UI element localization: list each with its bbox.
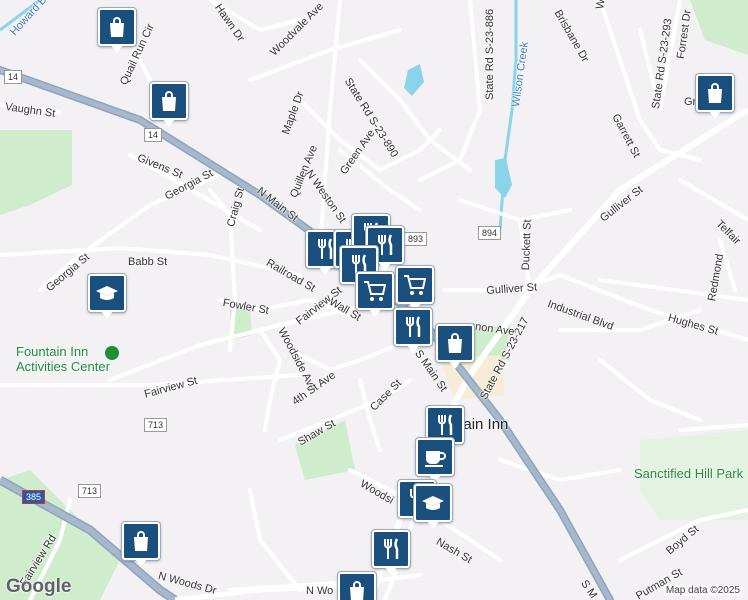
- activities-center-icon: [105, 346, 119, 360]
- road-label-state-rd-886: State Rd S-23-886: [484, 8, 496, 100]
- route-shield-713: 713: [78, 484, 102, 498]
- coffee-cup-icon: [425, 451, 446, 467]
- place-label-sanctified-hill-park[interactable]: Sanctified Hill Park: [634, 466, 743, 481]
- shopping-cart-icon: [404, 275, 427, 295]
- shopping-cart-icon: [364, 281, 387, 301]
- shopping-bag-icon: [134, 531, 148, 551]
- marker-shopping[interactable]: [338, 572, 376, 600]
- shopping-bag-icon: [350, 581, 364, 600]
- marker-education[interactable]: [414, 484, 452, 529]
- road-label-babb-st: Babb St: [128, 256, 168, 268]
- shopping-bag-icon: [708, 83, 722, 103]
- fork-knife-icon: [384, 538, 399, 559]
- marker-shopping[interactable]: [436, 324, 474, 369]
- marker-restaurant[interactable]: [394, 308, 432, 353]
- route-shield-893: 893: [404, 232, 428, 246]
- route-shield-14: 14: [144, 128, 163, 142]
- route-shield-14: 14: [4, 70, 23, 84]
- pond: [404, 64, 424, 96]
- road-label-duckett-st: Duckett St: [520, 219, 534, 271]
- creek: [498, 0, 518, 231]
- marker-shopping[interactable]: [696, 74, 734, 119]
- fork-knife-icon: [406, 316, 421, 337]
- shopping-bag-icon: [162, 91, 176, 111]
- google-logo[interactable]: Google: [6, 576, 71, 598]
- shopping-bag-icon: [110, 17, 124, 37]
- marker-shopping[interactable]: [122, 522, 160, 567]
- interstate-shield-385: 385: [22, 490, 46, 504]
- graduation-cap-icon: [422, 496, 444, 510]
- marker-education[interactable]: [88, 274, 126, 319]
- route-shield-894: 894: [478, 226, 502, 240]
- marker-shopping[interactable]: [150, 82, 188, 127]
- marker-grocery[interactable]: [396, 266, 434, 311]
- marker-grocery[interactable]: [356, 272, 394, 317]
- marker-restaurant[interactable]: [372, 530, 410, 575]
- park-area: [690, 0, 748, 55]
- fork-knife-icon: [438, 414, 453, 435]
- park-area: [0, 130, 72, 215]
- map-attribution[interactable]: Map data ©2025: [663, 585, 742, 596]
- marker-shopping[interactable]: [98, 8, 136, 53]
- place-label-activities-center[interactable]: Fountain Inn Activities Center: [16, 344, 110, 374]
- graduation-cap-icon: [96, 286, 118, 300]
- shopping-bag-icon: [448, 333, 462, 353]
- route-shield-713: 713: [144, 418, 168, 432]
- road-label-n-wo: N Wo: [306, 585, 334, 597]
- map-canvas[interactable]: Howard Br Hawn Dr Woodvale Ave Quail Run…: [0, 0, 748, 600]
- marker-cafe[interactable]: [416, 438, 454, 483]
